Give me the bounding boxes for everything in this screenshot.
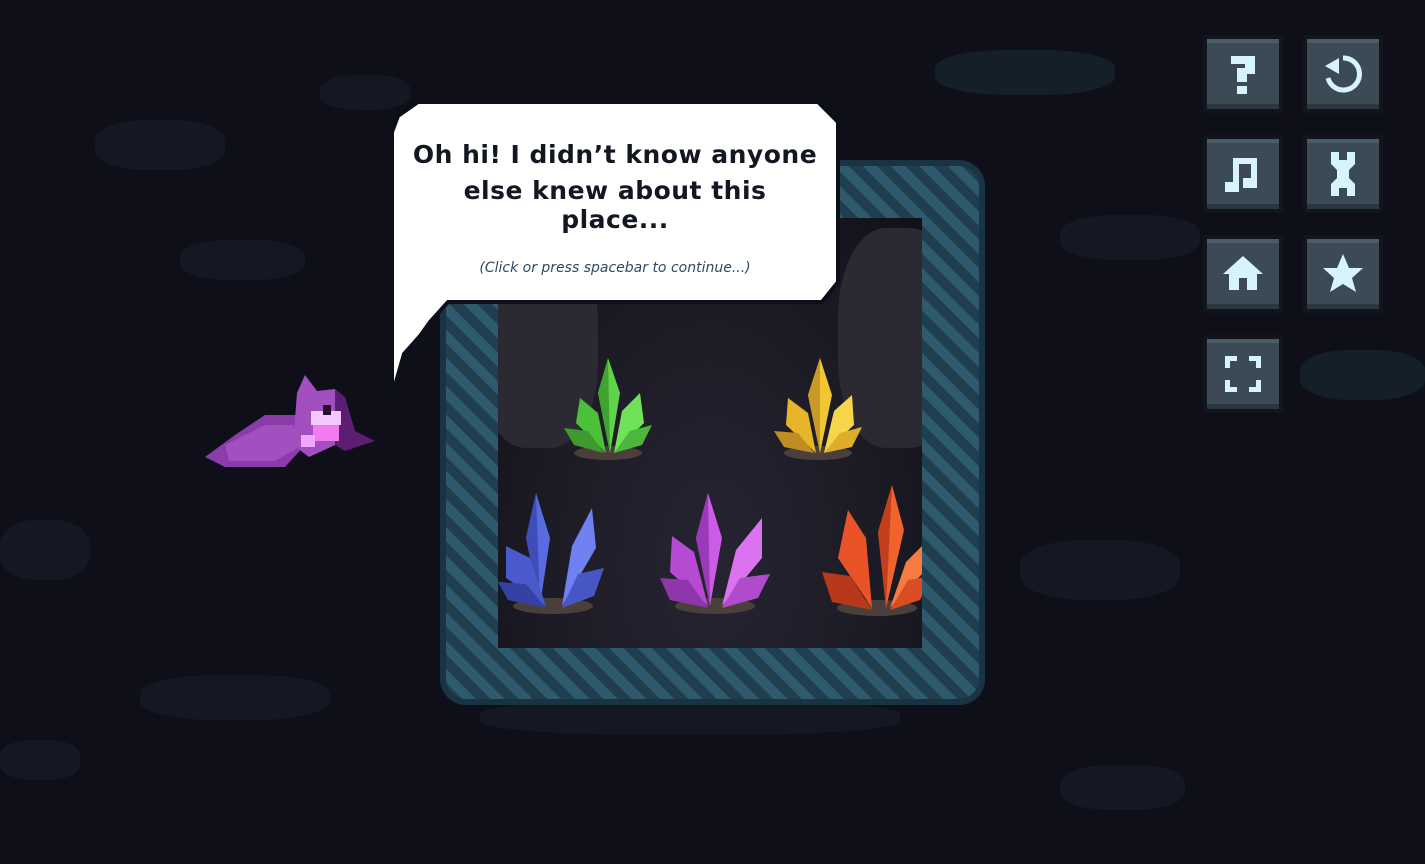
blue-crystal[interactable]: [498, 488, 611, 618]
background-rock: [180, 240, 305, 280]
background-rock: [1300, 350, 1425, 400]
background-rock: [480, 700, 900, 735]
home-icon: [1223, 256, 1263, 290]
background-rock: [935, 50, 1115, 95]
bat-character: [205, 375, 375, 467]
purple-crystal[interactable]: [658, 488, 773, 618]
dialog-line-2: else knew about this place...: [463, 176, 767, 234]
settings-button[interactable]: [1303, 135, 1383, 213]
help-button[interactable]: [1203, 35, 1283, 113]
speech-bubble[interactable]: Oh hi! I didn’t know anyone else knew ab…: [390, 96, 850, 401]
background-rock: [0, 520, 90, 580]
background-rock: [1020, 540, 1180, 600]
restart-icon: [1325, 55, 1362, 93]
background-rock: [1060, 215, 1200, 260]
wrench-icon: [1331, 152, 1355, 196]
star-icon: [1323, 254, 1363, 292]
continue-hint: (Click or press spacebar to continue...): [479, 260, 751, 276]
home-button[interactable]: [1203, 235, 1283, 313]
background-rock: [95, 120, 225, 170]
question-mark-icon: [1231, 56, 1255, 94]
fullscreen-icon: [1225, 356, 1261, 392]
background-rock: [1060, 765, 1185, 810]
restart-button[interactable]: [1303, 35, 1383, 113]
favorites-button[interactable]: [1303, 235, 1383, 313]
music-note-icon: [1225, 158, 1257, 192]
background-rock: [140, 675, 330, 720]
fullscreen-button[interactable]: [1203, 335, 1283, 413]
music-button[interactable]: [1203, 135, 1283, 213]
background-rock: [0, 740, 80, 780]
dialog-line-1: Oh hi! I didn’t know anyone: [412, 140, 818, 169]
orange-crystal[interactable]: [820, 480, 922, 620]
